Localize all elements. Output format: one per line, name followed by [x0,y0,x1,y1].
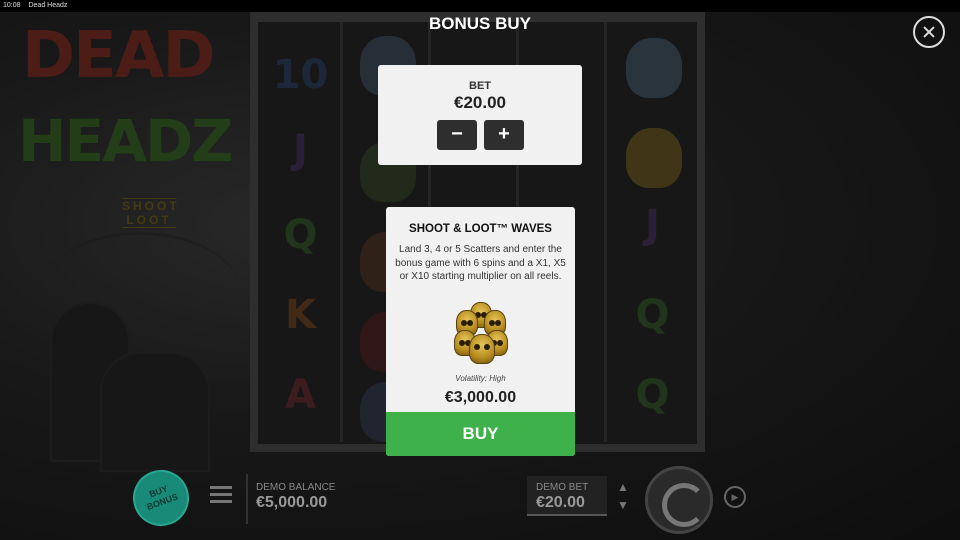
feature-title: SHOOT & LOOT™ WAVES [409,223,552,235]
buy-button[interactable]: BUY [386,412,575,456]
bet-card: BET €20.00 − + [378,65,582,165]
bet-display: DEMO BET €20.00 [527,476,607,516]
menu-icon[interactable] [210,486,232,504]
bet-card-label: BET [469,80,491,92]
chevron-down-icon[interactable]: ▼ [612,496,634,514]
spin-button[interactable] [645,466,713,534]
feature-description: Land 3, 4 or 5 Scatters and enter the bo… [395,244,566,282]
modal-title: BONUS BUY [428,14,531,33]
feature-price: €3,000.00 [444,389,517,406]
balance-value: €5,000.00 [256,494,328,511]
gold-skulls-icon [454,302,508,364]
bet-stepper: − + [437,120,525,150]
close-icon[interactable] [913,16,945,48]
balance-display: DEMO BALANCE €5,000.00 [246,474,476,524]
volatility-label: Volatility: High [455,374,506,383]
autoplay-icon[interactable]: ▶ [724,486,746,508]
balance-label: DEMO BALANCE [256,482,336,493]
bet-value: €20.00 [536,494,585,511]
bet-label: DEMO BET [536,482,589,493]
chevron-up-icon[interactable]: ▲ [612,478,634,496]
feature-card: SHOOT & LOOT™ WAVES Land 3, 4 or 5 Scatt… [386,207,575,456]
bet-card-value: €20.00 [454,93,506,112]
window-titlebar: 10:08 Dead Headz [0,0,960,12]
bet-adjust-arrows[interactable]: ▲ ▼ [612,478,634,518]
increase-bet-button[interactable]: + [484,120,524,150]
decrease-bet-button[interactable]: − [437,120,477,150]
window-title: Dead Headz [28,2,68,9]
clock: 10:08 [3,2,21,9]
